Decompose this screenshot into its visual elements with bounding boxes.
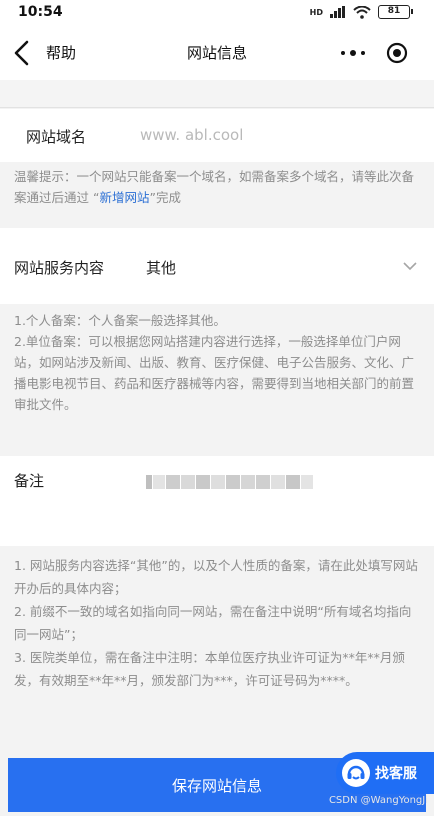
service-content-value: 其他 [146, 259, 177, 277]
target-close-icon [386, 42, 407, 64]
remark-field[interactable]: 备注 [0, 456, 434, 546]
customer-service-button[interactable]: 找客服 [336, 752, 434, 794]
section-spacer [0, 80, 434, 108]
service-content-help: 1.个人备案：个人备案一般选择其他。 2.单位备案：可以根据您网站搭建内容进行选… [14, 310, 422, 415]
mini-program-capsule [328, 37, 416, 69]
customer-service-label: 找客服 [375, 766, 417, 782]
remark-help-line: 1. 网站服务内容选择“其他”的，以及个人性质的备案，请在此处填写网站开办后的具… [14, 558, 418, 596]
remark-help-line: 2. 前缀不一致的域名如指向同一网站，需在备注中说明“所有域名均指向同一网站”； [14, 604, 412, 642]
tip-suffix: ”完成 [149, 190, 181, 205]
service-content-label: 网站服务内容 [14, 259, 105, 277]
headset-icon [342, 759, 370, 787]
status-indicators: HD 81 [309, 5, 413, 19]
chevron-down-icon [403, 262, 417, 271]
service-help-line: 1.个人备案：个人备案一般选择其他。 [14, 313, 226, 328]
save-button-label: 保存网站信息 [171, 776, 262, 795]
nav-bar: 帮助 网站信息 [0, 26, 434, 80]
watermark: CSDN @WangYongJi [328, 795, 428, 806]
close-mini-program-button[interactable] [382, 38, 412, 68]
remark-label: 备注 [14, 472, 45, 490]
wifi-icon [353, 5, 371, 19]
battery-indicator: 81 [378, 5, 413, 19]
more-button[interactable] [333, 38, 373, 68]
service-content-select[interactable]: 网站服务内容 其他 [0, 228, 434, 304]
remark-blurred-text [146, 472, 314, 492]
chevron-left-icon [14, 40, 29, 66]
more-dots-icon [340, 50, 365, 56]
help-link[interactable]: 帮助 [46, 42, 76, 63]
domain-input[interactable] [140, 122, 410, 148]
domain-label: 网站域名 [26, 128, 87, 146]
back-button[interactable] [8, 38, 38, 68]
remark-help: 1. 网站服务内容选择“其他”的，以及个人性质的备案，请在此处填写网站开办后的具… [14, 554, 422, 692]
tip-prefix: 温馨提示：一个网站只能备案一个域名，如需备案多个域名，请等此次备案通过后通过 “ [14, 169, 415, 205]
remark-help-line: 3. 医院类单位，需在备注中注明：本单位医疗执业许可证为**年**月颁发，有效期… [14, 650, 405, 688]
add-website-link[interactable]: 新增网站 [99, 190, 149, 205]
signal-icon [330, 6, 345, 18]
network-label: HD [309, 7, 323, 17]
status-bar: 10:54 HD 81 [0, 0, 434, 26]
domain-tip: 温馨提示：一个网站只能备案一个域名，如需备案多个域名，请等此次备案通过后通过 “… [14, 166, 424, 208]
status-time: 10:54 [18, 4, 63, 20]
domain-row: 网站域名 [0, 109, 434, 162]
service-help-line: 2.单位备案：可以根据您网站搭建内容进行选择，一般选择单位门户网站，如网站涉及新… [14, 334, 415, 412]
